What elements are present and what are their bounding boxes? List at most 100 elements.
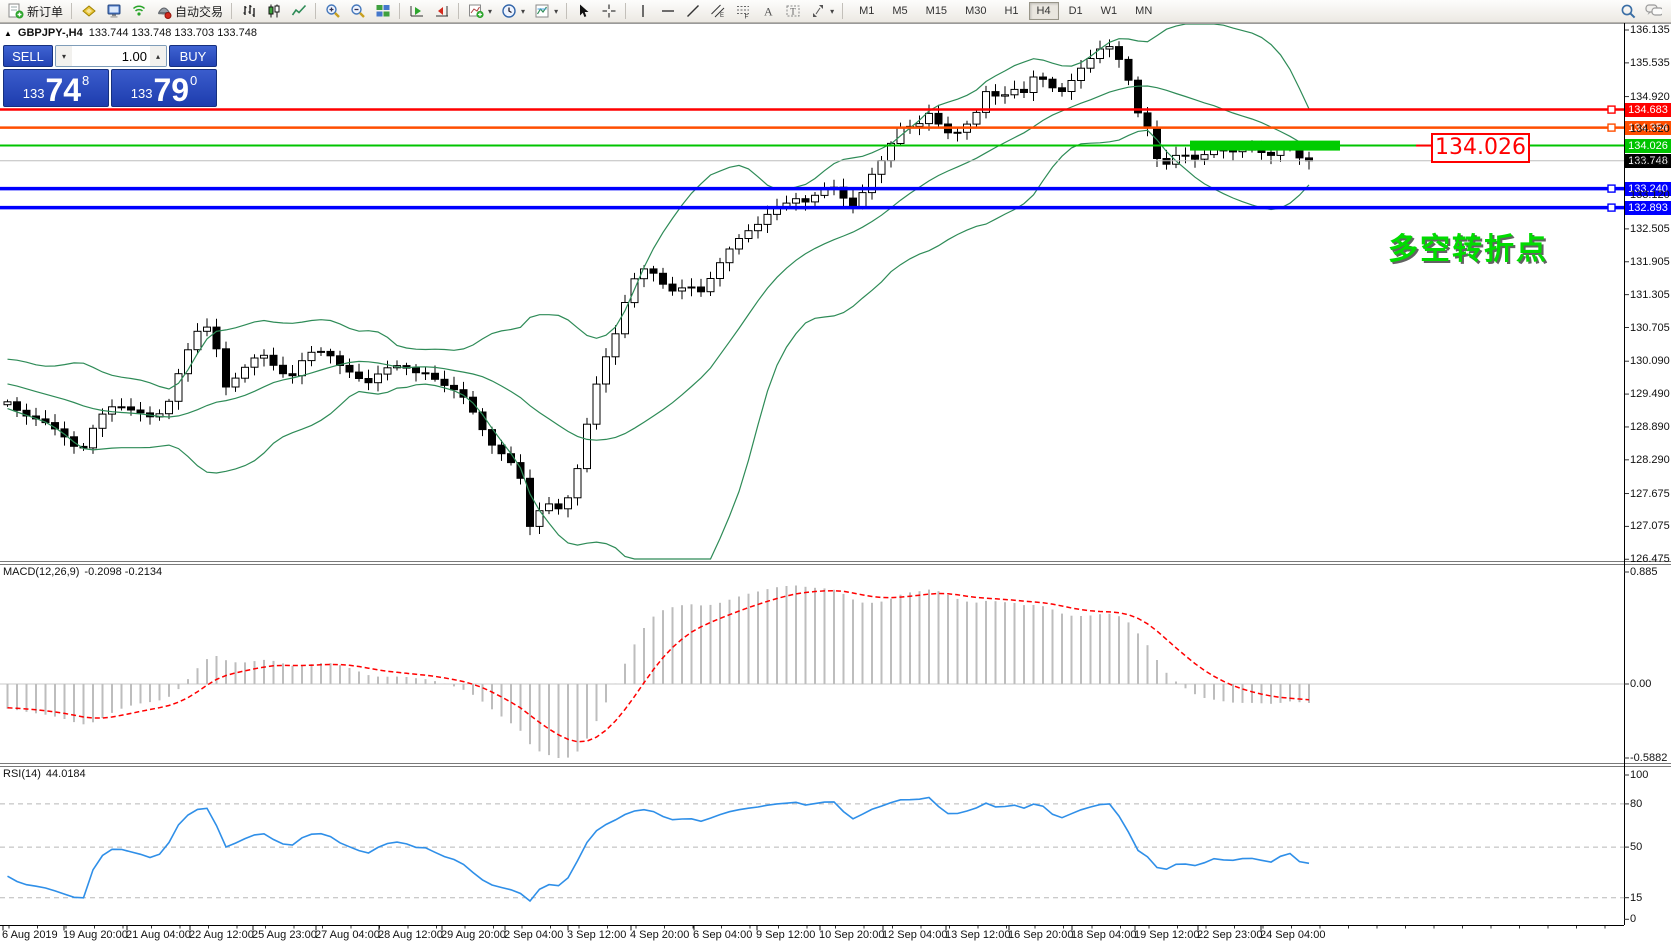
period-toolbar: M1M5M15M30H1H4D1W1MN [851,2,1160,20]
rsi-value: 44.0184 [46,768,86,780]
metatrader-window: { "toolbar": { "new_order": "新订单", "auto… [0,0,1671,946]
signals-button[interactable] [126,1,151,21]
period-button-w1[interactable]: W1 [1093,2,1126,20]
channel-button[interactable]: E [705,1,730,21]
arrows-button[interactable]: ▾ [805,1,838,21]
zoom-in-icon [324,3,341,20]
period-button-m15[interactable]: M15 [918,2,955,20]
signals-icon [130,3,147,20]
text-label-icon: T [784,3,801,20]
fibonacci-icon: F [734,3,751,20]
volume-stepper: ▾ ▴ [55,45,167,67]
period-button-m30[interactable]: M30 [957,2,994,20]
cursor-button[interactable] [571,1,596,21]
svg-text:T: T [790,7,796,17]
vertical-line-icon [634,3,651,20]
terminal-icon [105,3,122,20]
equidistant-channel-icon: E [709,3,726,20]
horizontal-line-icon [659,3,676,20]
svg-text:A: A [764,5,773,19]
symbol-ohlc: 133.744 133.748 133.703 133.748 [89,27,257,39]
macd-header: MACD(12,26,9) -0.2098 -0.2134 [3,566,162,578]
indicators-button[interactable]: ▾ [463,1,496,21]
search-icon[interactable] [1620,3,1637,20]
arrows-icon [809,3,826,20]
bar-chart-icon [240,3,257,20]
candlestick-chart-icon [265,3,282,20]
line-chart-icon [290,3,307,20]
collapse-arrow-icon[interactable]: ▲ [4,29,12,38]
dropdown-caret: ▾ [830,7,834,16]
period-button-h1[interactable]: H1 [996,2,1026,20]
bar-chart-button[interactable] [236,1,261,21]
period-button-m1[interactable]: M1 [851,2,882,20]
buy-button[interactable]: BUY [169,45,217,67]
chart-shift-button[interactable] [429,1,454,21]
templates-icon [533,3,550,20]
metaeditor-button[interactable] [76,1,101,21]
chart-canvas[interactable] [0,0,1671,946]
auto-scroll-icon [408,3,425,20]
fibonacci-button[interactable]: F [730,1,755,21]
separator [71,3,72,19]
new-order-label: 新订单 [27,3,63,20]
candlestick-chart-button[interactable] [261,1,286,21]
separator [566,3,567,19]
zoom-out-icon [349,3,366,20]
new-order-button[interactable]: 新订单 [3,1,67,21]
period-button-m5[interactable]: M5 [884,2,915,20]
sell-button[interactable]: SELL [3,45,53,67]
dropdown-caret: ▾ [488,7,492,16]
period-button-mn[interactable]: MN [1127,2,1160,20]
horizontal-line-button[interactable] [655,1,680,21]
price-annotation-box: 134.026 [1431,133,1530,163]
separator [625,3,626,19]
timeframes-button[interactable]: ▾ [496,1,529,21]
crosshair-button[interactable] [596,1,621,21]
period-button-d1[interactable]: D1 [1061,2,1091,20]
rsi-header: RSI(14) 44.0184 [3,768,86,780]
indicators-icon [467,3,484,20]
new-order-icon [7,3,24,20]
period-button-h4[interactable]: H4 [1029,2,1059,20]
tile-windows-button[interactable] [370,1,395,21]
chart-shift-icon [433,3,450,20]
auto-trading-button[interactable]: 自动交易 [151,1,227,21]
sell-price[interactable]: 133 74 8 [3,69,109,107]
zoom-out-button[interactable] [345,1,370,21]
templates-button[interactable]: ▾ [529,1,562,21]
vertical-line-button[interactable] [630,1,655,21]
separator [231,3,232,19]
volume-up-button[interactable]: ▴ [150,46,166,66]
clock-icon [500,3,517,20]
buy-price-prefix: 133 [131,86,153,101]
zoom-in-button[interactable] [320,1,345,21]
text-button[interactable]: A [755,1,780,21]
rsi-title: RSI(14) [3,768,41,780]
metaeditor-icon [80,3,97,20]
line-chart-button[interactable] [286,1,311,21]
separator [458,3,459,19]
tile-windows-icon [374,3,391,20]
sell-price-pip: 8 [82,73,89,88]
one-click-trading-panel: SELL ▾ ▴ BUY 133 74 8 133 79 0 [3,45,217,107]
chat-icon[interactable] [1645,3,1662,20]
dropdown-caret: ▾ [554,7,558,16]
trendline-icon [684,3,701,20]
trendline-button[interactable] [680,1,705,21]
buy-price[interactable]: 133 79 0 [111,69,217,107]
svg-text:E: E [720,13,724,19]
separator [315,3,316,19]
text-label-button[interactable]: T [780,1,805,21]
separator [842,3,843,19]
buy-price-pip: 0 [190,73,197,88]
auto-trading-icon [155,3,172,20]
toolbar: 新订单 自动交易 ▾ ▾ ▾ [0,0,1671,23]
auto-scroll-button[interactable] [404,1,429,21]
volume-input[interactable] [72,46,150,66]
volume-down-button[interactable]: ▾ [56,46,72,66]
turning-point-text: 多空转折点 [1388,224,1548,268]
dropdown-caret: ▾ [521,7,525,16]
terminal-button[interactable] [101,1,126,21]
svg-text:F: F [744,14,748,20]
